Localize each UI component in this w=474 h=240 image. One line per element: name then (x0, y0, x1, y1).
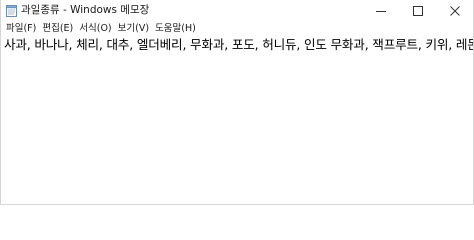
menu-format[interactable]: 서식(O) (76, 21, 114, 37)
window-title: 과일종류 - Windows 메모장 (21, 4, 150, 16)
text-editor[interactable]: 사과, 바나나, 체리, 대추, 엘더베리, 무화과, 포도, 허니듀, 인도 … (1, 37, 473, 204)
minimize-button[interactable] (362, 0, 399, 21)
menu-view[interactable]: 보기(V) (115, 21, 152, 37)
minimize-icon (375, 10, 386, 12)
maximize-button[interactable] (399, 0, 436, 21)
window-controls (362, 0, 473, 21)
menu-bar: 파일(F) 편집(E) 서식(O) 보기(V) 도움말(H) (1, 21, 473, 37)
notepad-window: 과일종류 - Windows 메모장 파일(F) 편집(E) 서식(O) 보기(… (0, 0, 474, 205)
maximize-icon (412, 5, 423, 16)
notepad-icon (6, 4, 17, 17)
menu-edit[interactable]: 편집(E) (39, 21, 76, 37)
editor-content[interactable]: 사과, 바나나, 체리, 대추, 엘더베리, 무화과, 포도, 허니듀, 인도 … (4, 37, 473, 52)
close-icon (449, 5, 460, 16)
title-bar[interactable]: 과일종류 - Windows 메모장 (1, 0, 473, 21)
menu-file[interactable]: 파일(F) (3, 21, 39, 37)
close-button[interactable] (436, 0, 473, 21)
menu-help[interactable]: 도움말(H) (152, 21, 199, 37)
